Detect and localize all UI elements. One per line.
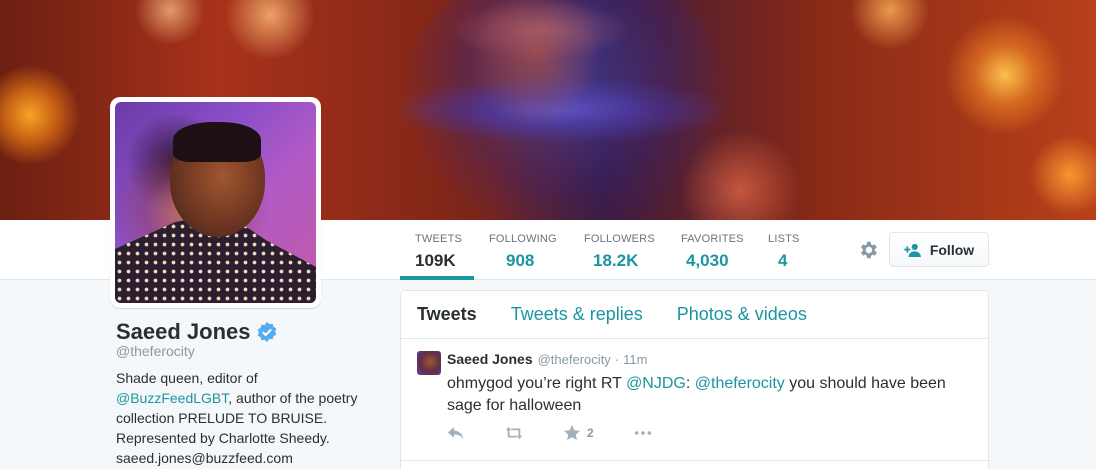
follow-label: Follow — [929, 241, 975, 258]
retweet-button[interactable] — [505, 425, 523, 441]
tweet-separator: · — [614, 352, 620, 367]
tab-photos-videos[interactable]: Photos & videos — [677, 304, 807, 325]
stat-followers[interactable]: FOLLOWERS 18.2K — [584, 233, 655, 280]
tweet-text-part: : — [685, 375, 695, 392]
stat-value: 4,030 — [686, 251, 729, 270]
gear-icon[interactable] — [857, 239, 879, 261]
avatar-hair — [173, 122, 261, 162]
tweet-author-name[interactable]: Saeed Jones — [447, 351, 533, 367]
reply-icon — [448, 427, 464, 439]
tweet-text-part: ohmygod you’re right RT — [447, 375, 627, 392]
add-user-icon — [904, 243, 922, 257]
stat-label: FOLLOWING — [489, 233, 557, 245]
profile-handle[interactable]: @theferocity — [116, 343, 195, 359]
tweet-mention-link[interactable]: @theferocity — [695, 375, 785, 392]
tweet-timestamp[interactable]: 11m — [623, 352, 647, 367]
more-button[interactable] — [634, 425, 652, 441]
stat-label: TWEETS — [415, 233, 463, 245]
tweets-timeline: Tweets Tweets & replies Photos & videos … — [400, 290, 989, 469]
timeline-tabs: Tweets Tweets & replies Photos & videos — [401, 291, 988, 339]
stat-value: 109K — [415, 251, 456, 270]
tweet-header: Saeed Jones @theferocity · 11m — [447, 351, 647, 367]
more-dots-icon — [634, 431, 651, 435]
stat-favorites[interactable]: FAVORITES 4,030 — [681, 233, 744, 280]
stat-label: FAVORITES — [681, 233, 744, 245]
stat-value: 4 — [778, 251, 788, 270]
tab-tweets-replies[interactable]: Tweets & replies — [511, 304, 643, 325]
avatar-photo — [115, 102, 316, 303]
reply-button[interactable] — [447, 425, 465, 441]
profile-bio: Shade queen, editor of @BuzzFeedLGBT, au… — [116, 368, 376, 468]
bio-email: saeed.jones@buzzfeed.com — [116, 450, 293, 466]
retweet-icon — [505, 426, 523, 440]
stat-label: LISTS — [768, 233, 800, 245]
stat-value: 908 — [506, 251, 535, 270]
profile-name-row: Saeed Jones — [116, 319, 277, 345]
stat-label: FOLLOWERS — [584, 233, 655, 245]
tweet-author-handle[interactable]: @theferocity — [538, 352, 611, 367]
tweet-item[interactable]: Saeed Jones @theferocity · 11m ohmygod y… — [401, 339, 988, 461]
stat-following[interactable]: FOLLOWING 908 — [489, 233, 557, 280]
bio-mention-link[interactable]: @BuzzFeedLGBT — [116, 390, 228, 406]
star-icon — [564, 425, 580, 441]
follow-button[interactable]: Follow — [889, 232, 989, 267]
tweet-avatar[interactable] — [417, 351, 441, 375]
profile-name[interactable]: Saeed Jones — [116, 319, 251, 345]
favorite-button[interactable]: 2 — [563, 425, 594, 441]
tweet-mention-link[interactable]: @NJDG — [626, 375, 686, 392]
bio-text: Shade queen, editor of — [116, 370, 258, 386]
stat-value: 18.2K — [593, 251, 639, 270]
tweet-text: ohmygod you’re right RT @NJDG: @theferoc… — [447, 373, 967, 417]
profile-avatar[interactable] — [110, 97, 321, 308]
favorite-count: 2 — [587, 426, 594, 440]
tab-tweets[interactable]: Tweets — [417, 304, 477, 325]
stat-tweets[interactable]: TWEETS 109K — [400, 233, 474, 280]
verified-badge-icon — [257, 322, 277, 342]
tweet-actions: 2 — [447, 425, 692, 441]
stat-lists[interactable]: LISTS 4 — [768, 233, 800, 280]
